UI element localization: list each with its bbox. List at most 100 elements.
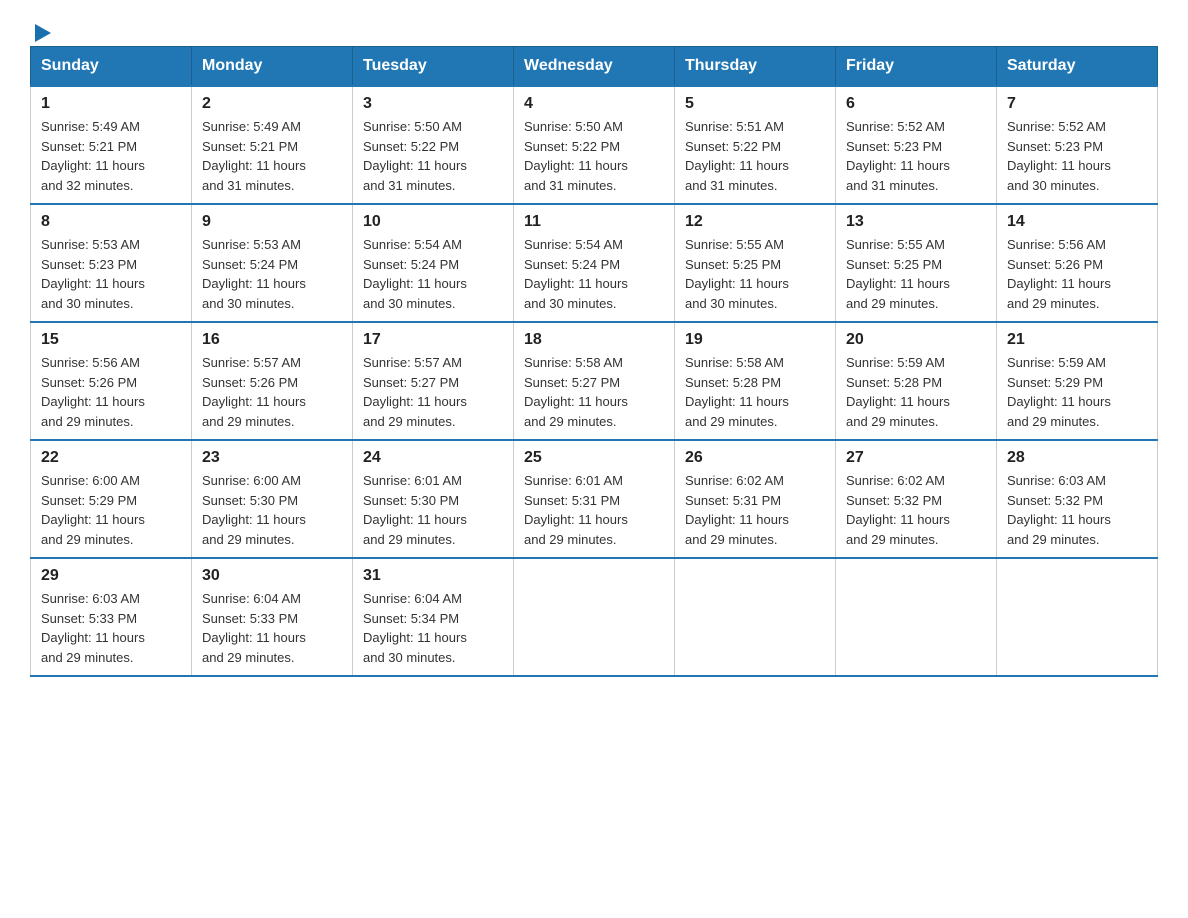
calendar-cell: 13 Sunrise: 5:55 AMSunset: 5:25 PMDaylig… [836, 204, 997, 322]
day-info: Sunrise: 5:56 AMSunset: 5:26 PMDaylight:… [1007, 237, 1111, 311]
calendar-cell: 22 Sunrise: 6:00 AMSunset: 5:29 PMDaylig… [31, 440, 192, 558]
day-number: 15 [41, 331, 181, 349]
day-number: 25 [524, 449, 664, 467]
day-number: 16 [202, 331, 342, 349]
day-info: Sunrise: 5:50 AMSunset: 5:22 PMDaylight:… [363, 119, 467, 193]
day-info: Sunrise: 6:00 AMSunset: 5:30 PMDaylight:… [202, 473, 306, 547]
calendar-cell: 5 Sunrise: 5:51 AMSunset: 5:22 PMDayligh… [675, 86, 836, 204]
calendar-cell: 15 Sunrise: 5:56 AMSunset: 5:26 PMDaylig… [31, 322, 192, 440]
day-number: 7 [1007, 95, 1147, 113]
logo [30, 20, 53, 36]
calendar-cell: 17 Sunrise: 5:57 AMSunset: 5:27 PMDaylig… [353, 322, 514, 440]
day-info: Sunrise: 5:57 AMSunset: 5:27 PMDaylight:… [363, 355, 467, 429]
day-info: Sunrise: 6:04 AMSunset: 5:34 PMDaylight:… [363, 591, 467, 665]
day-number: 24 [363, 449, 503, 467]
day-number: 6 [846, 95, 986, 113]
weekday-header-wednesday: Wednesday [514, 47, 675, 87]
day-number: 12 [685, 213, 825, 231]
calendar-cell: 27 Sunrise: 6:02 AMSunset: 5:32 PMDaylig… [836, 440, 997, 558]
day-info: Sunrise: 5:55 AMSunset: 5:25 PMDaylight:… [685, 237, 789, 311]
page-header [30, 20, 1158, 36]
calendar-cell: 16 Sunrise: 5:57 AMSunset: 5:26 PMDaylig… [192, 322, 353, 440]
calendar-cell: 9 Sunrise: 5:53 AMSunset: 5:24 PMDayligh… [192, 204, 353, 322]
weekday-header-saturday: Saturday [997, 47, 1158, 87]
day-number: 5 [685, 95, 825, 113]
day-number: 21 [1007, 331, 1147, 349]
day-info: Sunrise: 5:53 AMSunset: 5:24 PMDaylight:… [202, 237, 306, 311]
calendar-cell: 3 Sunrise: 5:50 AMSunset: 5:22 PMDayligh… [353, 86, 514, 204]
weekday-header-friday: Friday [836, 47, 997, 87]
day-info: Sunrise: 5:58 AMSunset: 5:28 PMDaylight:… [685, 355, 789, 429]
weekday-header-thursday: Thursday [675, 47, 836, 87]
calendar-cell: 10 Sunrise: 5:54 AMSunset: 5:24 PMDaylig… [353, 204, 514, 322]
day-info: Sunrise: 5:50 AMSunset: 5:22 PMDaylight:… [524, 119, 628, 193]
day-number: 13 [846, 213, 986, 231]
day-number: 17 [363, 331, 503, 349]
day-number: 28 [1007, 449, 1147, 467]
calendar-cell: 1 Sunrise: 5:49 AMSunset: 5:21 PMDayligh… [31, 86, 192, 204]
day-number: 18 [524, 331, 664, 349]
calendar-table: SundayMondayTuesdayWednesdayThursdayFrid… [30, 46, 1158, 677]
day-info: Sunrise: 6:01 AMSunset: 5:30 PMDaylight:… [363, 473, 467, 547]
day-info: Sunrise: 5:49 AMSunset: 5:21 PMDaylight:… [202, 119, 306, 193]
calendar-cell: 26 Sunrise: 6:02 AMSunset: 5:31 PMDaylig… [675, 440, 836, 558]
day-info: Sunrise: 5:57 AMSunset: 5:26 PMDaylight:… [202, 355, 306, 429]
day-number: 29 [41, 567, 181, 585]
day-info: Sunrise: 5:54 AMSunset: 5:24 PMDaylight:… [524, 237, 628, 311]
day-number: 23 [202, 449, 342, 467]
logo-arrow-icon [33, 20, 53, 44]
calendar-cell [836, 558, 997, 676]
day-number: 2 [202, 95, 342, 113]
day-number: 1 [41, 95, 181, 113]
day-info: Sunrise: 6:02 AMSunset: 5:31 PMDaylight:… [685, 473, 789, 547]
calendar-header-row: SundayMondayTuesdayWednesdayThursdayFrid… [31, 47, 1158, 87]
calendar-cell: 7 Sunrise: 5:52 AMSunset: 5:23 PMDayligh… [997, 86, 1158, 204]
day-number: 10 [363, 213, 503, 231]
calendar-cell: 11 Sunrise: 5:54 AMSunset: 5:24 PMDaylig… [514, 204, 675, 322]
calendar-cell: 21 Sunrise: 5:59 AMSunset: 5:29 PMDaylig… [997, 322, 1158, 440]
calendar-cell: 4 Sunrise: 5:50 AMSunset: 5:22 PMDayligh… [514, 86, 675, 204]
calendar-cell: 14 Sunrise: 5:56 AMSunset: 5:26 PMDaylig… [997, 204, 1158, 322]
day-info: Sunrise: 5:59 AMSunset: 5:29 PMDaylight:… [1007, 355, 1111, 429]
day-number: 31 [363, 567, 503, 585]
day-info: Sunrise: 5:53 AMSunset: 5:23 PMDaylight:… [41, 237, 145, 311]
day-number: 11 [524, 213, 664, 231]
calendar-week-row: 22 Sunrise: 6:00 AMSunset: 5:29 PMDaylig… [31, 440, 1158, 558]
calendar-week-row: 29 Sunrise: 6:03 AMSunset: 5:33 PMDaylig… [31, 558, 1158, 676]
calendar-cell: 19 Sunrise: 5:58 AMSunset: 5:28 PMDaylig… [675, 322, 836, 440]
day-info: Sunrise: 6:01 AMSunset: 5:31 PMDaylight:… [524, 473, 628, 547]
weekday-header-tuesday: Tuesday [353, 47, 514, 87]
calendar-cell [514, 558, 675, 676]
calendar-cell: 6 Sunrise: 5:52 AMSunset: 5:23 PMDayligh… [836, 86, 997, 204]
calendar-cell: 25 Sunrise: 6:01 AMSunset: 5:31 PMDaylig… [514, 440, 675, 558]
day-info: Sunrise: 5:55 AMSunset: 5:25 PMDaylight:… [846, 237, 950, 311]
calendar-cell: 28 Sunrise: 6:03 AMSunset: 5:32 PMDaylig… [997, 440, 1158, 558]
day-number: 8 [41, 213, 181, 231]
calendar-week-row: 15 Sunrise: 5:56 AMSunset: 5:26 PMDaylig… [31, 322, 1158, 440]
calendar-cell: 2 Sunrise: 5:49 AMSunset: 5:21 PMDayligh… [192, 86, 353, 204]
day-info: Sunrise: 6:02 AMSunset: 5:32 PMDaylight:… [846, 473, 950, 547]
calendar-cell: 12 Sunrise: 5:55 AMSunset: 5:25 PMDaylig… [675, 204, 836, 322]
calendar-cell: 8 Sunrise: 5:53 AMSunset: 5:23 PMDayligh… [31, 204, 192, 322]
calendar-cell: 30 Sunrise: 6:04 AMSunset: 5:33 PMDaylig… [192, 558, 353, 676]
day-info: Sunrise: 5:58 AMSunset: 5:27 PMDaylight:… [524, 355, 628, 429]
day-info: Sunrise: 6:03 AMSunset: 5:32 PMDaylight:… [1007, 473, 1111, 547]
calendar-cell: 31 Sunrise: 6:04 AMSunset: 5:34 PMDaylig… [353, 558, 514, 676]
day-number: 14 [1007, 213, 1147, 231]
day-number: 4 [524, 95, 664, 113]
day-number: 26 [685, 449, 825, 467]
weekday-header-sunday: Sunday [31, 47, 192, 87]
day-number: 9 [202, 213, 342, 231]
day-info: Sunrise: 5:49 AMSunset: 5:21 PMDaylight:… [41, 119, 145, 193]
calendar-week-row: 1 Sunrise: 5:49 AMSunset: 5:21 PMDayligh… [31, 86, 1158, 204]
day-info: Sunrise: 6:03 AMSunset: 5:33 PMDaylight:… [41, 591, 145, 665]
day-number: 3 [363, 95, 503, 113]
day-info: Sunrise: 5:52 AMSunset: 5:23 PMDaylight:… [1007, 119, 1111, 193]
day-number: 30 [202, 567, 342, 585]
day-info: Sunrise: 5:56 AMSunset: 5:26 PMDaylight:… [41, 355, 145, 429]
day-number: 27 [846, 449, 986, 467]
calendar-cell: 20 Sunrise: 5:59 AMSunset: 5:28 PMDaylig… [836, 322, 997, 440]
day-info: Sunrise: 6:00 AMSunset: 5:29 PMDaylight:… [41, 473, 145, 547]
day-info: Sunrise: 5:51 AMSunset: 5:22 PMDaylight:… [685, 119, 789, 193]
day-info: Sunrise: 5:59 AMSunset: 5:28 PMDaylight:… [846, 355, 950, 429]
